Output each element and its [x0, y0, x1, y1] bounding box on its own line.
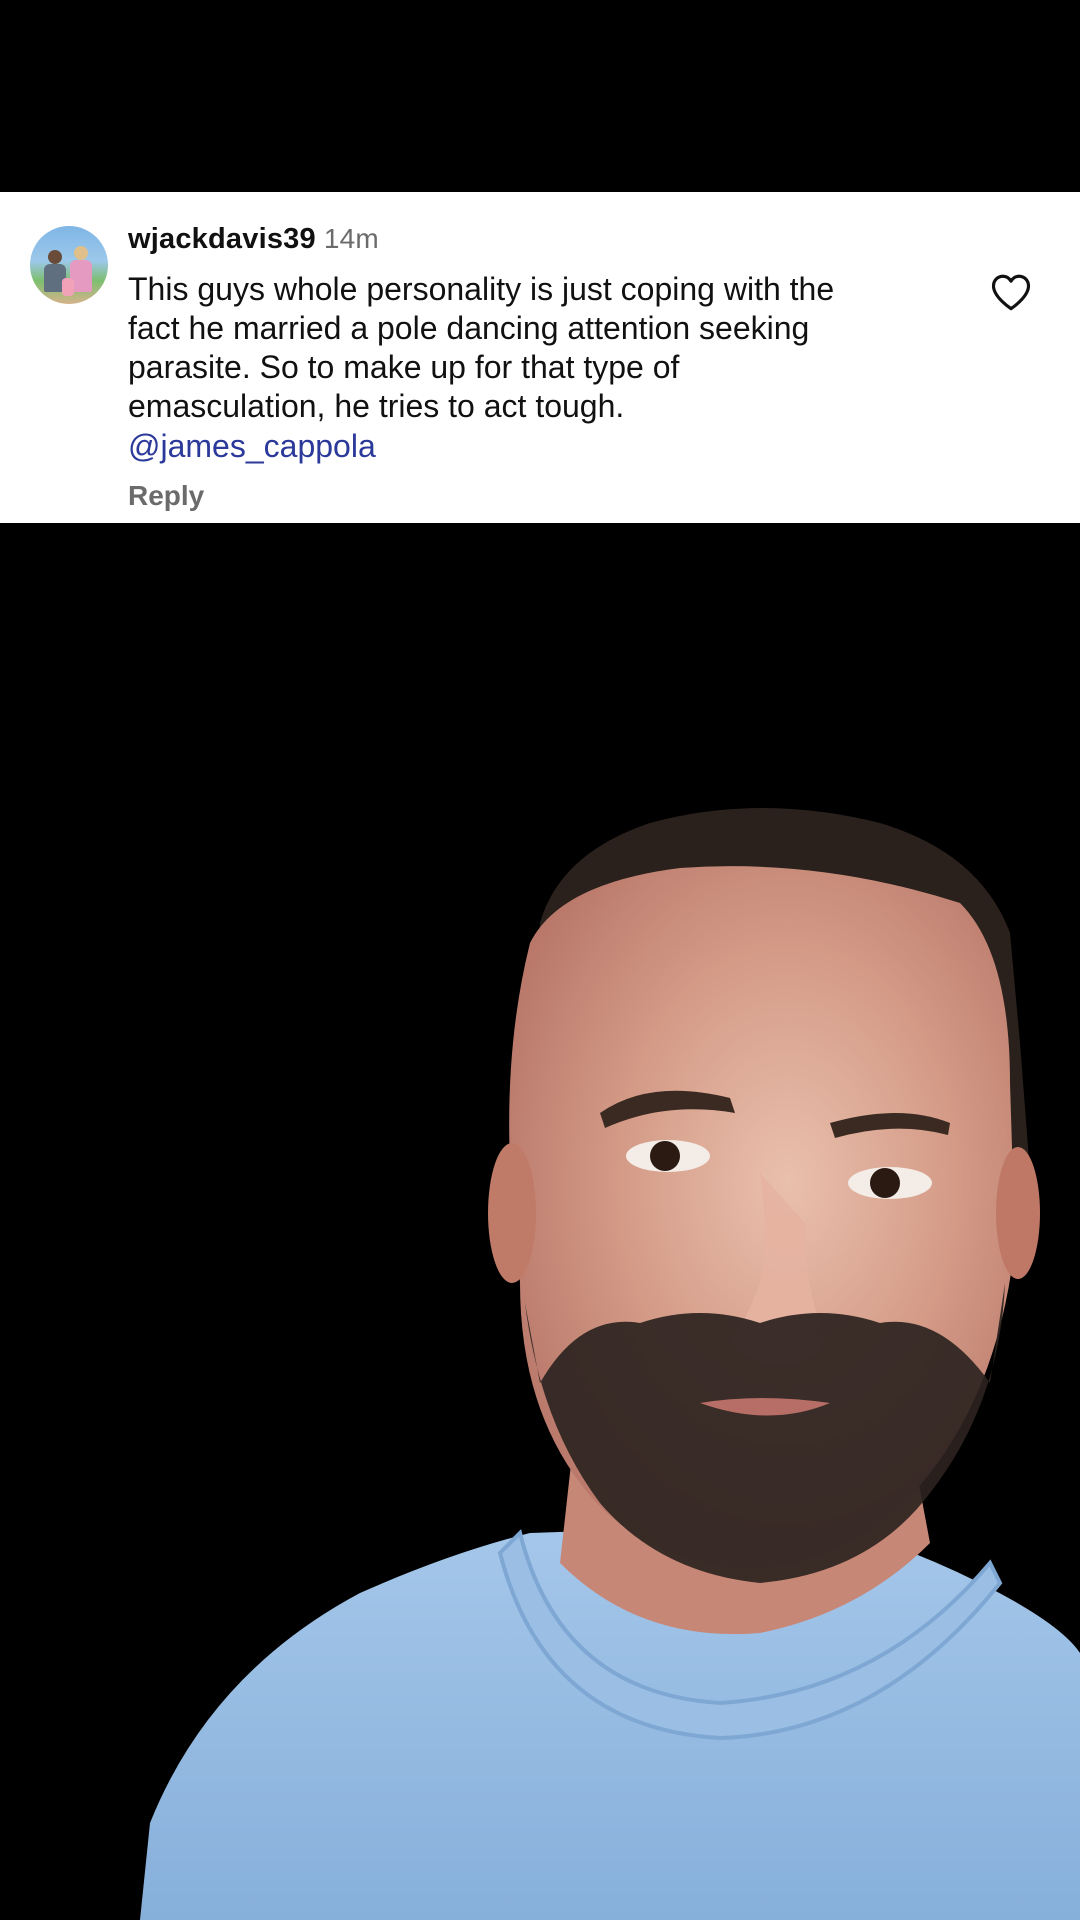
top-black-bar — [0, 0, 1080, 192]
person-video-image — [140, 808, 1080, 1920]
comment-username[interactable]: wjackdavis39 14m — [128, 223, 379, 256]
comment-line-3: parasite. So to make up for that type of — [128, 349, 680, 385]
username-text[interactable]: wjackdavis39 — [128, 223, 316, 255]
comment-line-2: fact he married a pole dancing attention… — [128, 310, 810, 346]
comment-line-1: This guys whole personality is just copi… — [128, 271, 835, 307]
video-frame[interactable] — [0, 523, 1080, 1920]
mention-link[interactable]: @james_cappola — [128, 427, 376, 466]
reply-button[interactable]: Reply — [128, 480, 204, 512]
comment-body: This guys whole personality is just copi… — [128, 270, 948, 426]
comment-timestamp: 14m — [323, 223, 379, 254]
comment-line-4: emasculation, he tries to act tough. — [128, 388, 625, 424]
user-avatar[interactable] — [30, 226, 108, 304]
heart-outline-icon[interactable] — [990, 272, 1032, 312]
